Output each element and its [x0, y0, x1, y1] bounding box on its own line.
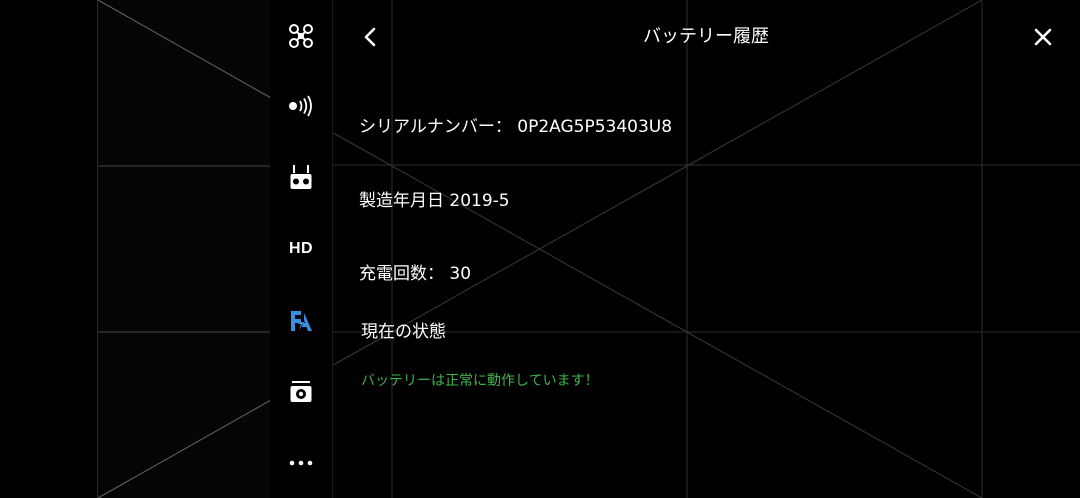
charge-count-label: 充電回数：: [359, 264, 444, 284]
battery-flash-icon: [291, 311, 312, 331]
status-heading: 現在の状態: [361, 322, 446, 342]
settings-sidebar: HD: [270, 0, 333, 498]
serial-number-row: シリアルナンバー： 0P2AG5P53403U8: [359, 115, 672, 139]
battery-status-message: バッテリーは正常に動作しています！: [361, 373, 599, 389]
sidebar-item-more[interactable]: [270, 443, 332, 483]
manufacture-date-label: 製造年月日: [359, 191, 444, 211]
drone-icon: [289, 24, 313, 48]
battery-history-panel: バッテリー履歴 シリアルナンバー： 0P2AG5P53403U8 製造年月日 2…: [332, 0, 1080, 498]
close-button[interactable]: [1026, 20, 1060, 54]
preview-panel: [97, 0, 271, 498]
serial-number-value: 0P2AG5P53403U8: [517, 117, 673, 137]
hd-icon: HD: [288, 240, 314, 257]
sidebar-item-signal[interactable]: [270, 86, 332, 126]
charge-count-value: 30: [449, 264, 472, 284]
sidebar-item-remote-controller[interactable]: [270, 158, 332, 198]
battery-history-screen: HD バッテリー履歴 シリアルナンバー： 0P2AG5P53403U8 製造年月…: [0, 0, 1080, 498]
manufacture-date-row: 製造年月日 2019-5: [359, 189, 510, 213]
page-title: バッテリー履歴: [643, 26, 769, 47]
camera-icon: [290, 381, 312, 402]
preview-grid: [98, 0, 271, 498]
manufacture-date-value: 2019-5: [449, 191, 510, 211]
sidebar-item-hd-transmission[interactable]: HD: [270, 229, 332, 269]
sidebar-item-aircraft[interactable]: [270, 16, 332, 56]
charge-count-row: 充電回数： 30: [359, 262, 471, 286]
signal-icon: [289, 95, 312, 117]
serial-number-label: シリアルナンバー：: [359, 117, 512, 137]
close-icon: [1034, 28, 1052, 46]
more-icon: [289, 460, 313, 466]
remote-controller-icon: [290, 165, 312, 189]
sidebar-item-camera[interactable]: [270, 372, 332, 412]
sidebar-item-battery[interactable]: [270, 301, 332, 341]
